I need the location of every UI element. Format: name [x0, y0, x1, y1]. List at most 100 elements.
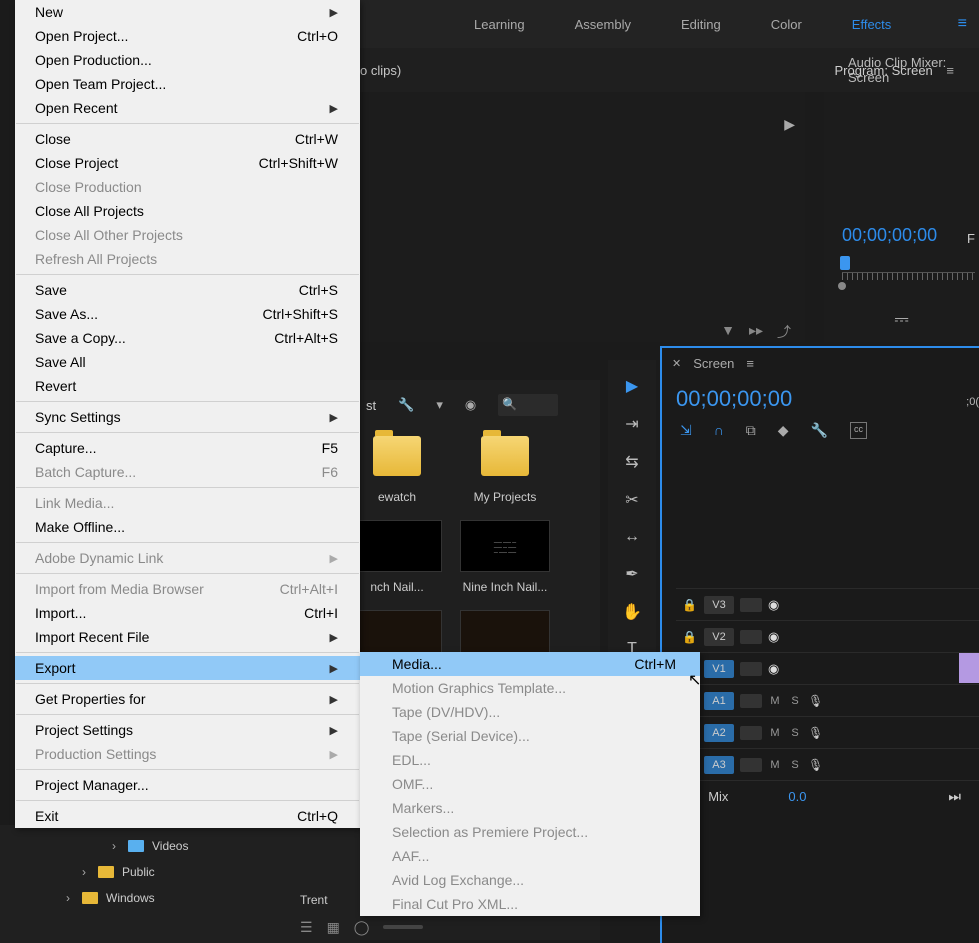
mute-button[interactable]: M: [768, 759, 782, 771]
marker-icon[interactable]: ◆: [778, 422, 789, 439]
menu-item[interactable]: Save All: [15, 350, 360, 374]
linked-selection-icon[interactable]: ⧉: [746, 422, 756, 439]
source-patch-icon[interactable]: [740, 662, 762, 676]
bin-clip-b[interactable]: —— —— ——— — ——— —— —— Nine Inch Nail...: [460, 520, 550, 594]
selection-tool-icon[interactable]: ▶: [620, 376, 644, 396]
menu-item[interactable]: Close All Projects: [15, 199, 360, 223]
mic-icon[interactable]: 🎙: [808, 694, 823, 708]
menu-item[interactable]: Capture...F5: [15, 436, 360, 460]
track-label[interactable]: A2: [704, 724, 734, 742]
menu-item[interactable]: Open Production...: [15, 48, 360, 72]
track-mix[interactable]: 🔒 Mix 0.0 ⏭: [676, 780, 979, 812]
track-label[interactable]: V1: [704, 660, 734, 678]
settings-icon[interactable]: 🔧: [811, 422, 828, 439]
loop-icon[interactable]: ⏭: [948, 788, 961, 805]
menu-item[interactable]: Close ProjectCtrl+Shift+W: [15, 151, 360, 175]
play-icon[interactable]: ▶: [784, 116, 795, 133]
submenu-item[interactable]: Media...Ctrl+M: [360, 652, 700, 676]
wrench-icon[interactable]: 🔧: [398, 397, 414, 413]
source-patch-icon[interactable]: [740, 758, 762, 772]
playhead-icon[interactable]: [840, 256, 850, 270]
menu-item[interactable]: Import...Ctrl+I: [15, 601, 360, 625]
program-timecode[interactable]: 00;00;00;00: [842, 225, 937, 246]
thumbnail-size-slider[interactable]: [383, 925, 423, 929]
solo-button[interactable]: S: [788, 727, 802, 739]
funnel-icon[interactable]: ▾: [436, 397, 443, 413]
eye-icon[interactable]: ◉: [768, 661, 784, 677]
program-ruler[interactable]: [836, 260, 975, 284]
eye-icon[interactable]: ◉: [465, 397, 476, 413]
menu-item[interactable]: Open Recent▶: [15, 96, 360, 120]
bin-my-projects[interactable]: My Projects: [460, 430, 550, 504]
mute-button[interactable]: M: [768, 695, 782, 707]
bin-trent-label[interactable]: Trent: [300, 893, 328, 907]
menu-item[interactable]: Project Settings▶: [15, 718, 360, 742]
menu-item[interactable]: Get Properties for▶: [15, 687, 360, 711]
track-label[interactable]: V3: [704, 596, 734, 614]
program-menu-icon[interactable]: ≡: [946, 63, 954, 78]
track-v3[interactable]: 🔒 V3 ◉: [676, 588, 979, 620]
ruler-handle-icon[interactable]: [838, 282, 846, 290]
eye-icon[interactable]: ◉: [768, 629, 784, 645]
project-search[interactable]: 🔍: [498, 394, 558, 416]
solo-button[interactable]: S: [788, 759, 802, 771]
sequence-tab[interactable]: Screen: [693, 356, 734, 371]
snap-icon[interactable]: ∩: [714, 422, 724, 439]
track-a3[interactable]: 🔒 A3 M S 🎙: [676, 748, 979, 780]
step-icon[interactable]: ▸▸: [749, 322, 763, 342]
menu-item[interactable]: Project Manager...: [15, 773, 360, 797]
tree-public[interactable]: › Public: [0, 859, 360, 885]
list-view-icon[interactable]: ☰: [300, 919, 313, 936]
menu-item[interactable]: Save a Copy...Ctrl+Alt+S: [15, 326, 360, 350]
razor-tool-icon[interactable]: ✂: [620, 490, 644, 510]
menu-item[interactable]: Open Project...Ctrl+O: [15, 24, 360, 48]
hand-tool-icon[interactable]: ✋: [620, 602, 644, 622]
menu-item[interactable]: Open Team Project...: [15, 72, 360, 96]
track-a1[interactable]: 🔒 A1 M S 🎙: [676, 684, 979, 716]
eye-icon[interactable]: ◉: [768, 597, 784, 613]
timeline-timecode[interactable]: 00;00;00;00: [676, 386, 979, 412]
source-patch-icon[interactable]: [740, 598, 762, 612]
bin-clip-a[interactable]: nch Nail...: [352, 520, 442, 594]
menu-item[interactable]: SaveCtrl+S: [15, 278, 360, 302]
slip-tool-icon[interactable]: ↔: [620, 528, 644, 546]
mic-icon[interactable]: 🎙: [808, 758, 823, 772]
freeform-view-icon[interactable]: ◯: [354, 919, 370, 936]
insert-icon[interactable]: ⇲: [680, 422, 692, 439]
close-icon[interactable]: ✕: [672, 357, 681, 370]
tree-videos[interactable]: › Videos: [0, 833, 360, 859]
tab-editing[interactable]: Editing: [681, 17, 721, 32]
menu-item[interactable]: Make Offline...: [15, 515, 360, 539]
mic-icon[interactable]: 🎙: [808, 726, 823, 740]
track-select-tool-icon[interactable]: ⇥: [620, 414, 644, 434]
track-a2[interactable]: 🔒 A2 M S 🎙: [676, 716, 979, 748]
mute-button[interactable]: M: [768, 727, 782, 739]
tab-effects[interactable]: Effects: [852, 17, 892, 32]
lock-icon[interactable]: 🔒: [682, 630, 698, 644]
file-menu[interactable]: New▶Open Project...Ctrl+OOpen Production…: [15, 0, 360, 828]
track-label[interactable]: A1: [704, 692, 734, 710]
icon-view-icon[interactable]: ▦: [327, 919, 340, 936]
ripple-edit-tool-icon[interactable]: ⇆: [620, 452, 644, 472]
menu-item[interactable]: Revert: [15, 374, 360, 398]
track-label[interactable]: V2: [704, 628, 734, 646]
menu-item[interactable]: CloseCtrl+W: [15, 127, 360, 151]
track-v1[interactable]: 🔒 V1 ◉: [676, 652, 979, 684]
source-patch-icon[interactable]: [740, 694, 762, 708]
mix-value[interactable]: 0.0: [788, 789, 806, 804]
track-v2[interactable]: 🔒 V2 ◉: [676, 620, 979, 652]
workspace-menu-icon[interactable]: ≡: [958, 15, 967, 33]
menu-item[interactable]: Save As...Ctrl+Shift+S: [15, 302, 360, 326]
source-patch-icon[interactable]: [740, 726, 762, 740]
track-label[interactable]: A3: [704, 756, 734, 774]
fit-label[interactable]: F: [967, 231, 975, 246]
pen-tool-icon[interactable]: ✒: [620, 564, 644, 584]
menu-item[interactable]: ExitCtrl+Q: [15, 804, 360, 828]
lock-icon[interactable]: 🔒: [682, 598, 698, 612]
filter-icon[interactable]: ▼: [721, 322, 735, 342]
tab-learning[interactable]: Learning: [474, 17, 525, 32]
export-submenu[interactable]: Media...Ctrl+MMotion Graphics Template..…: [360, 652, 700, 916]
caption-icon[interactable]: cc: [850, 422, 867, 439]
menu-item[interactable]: Import Recent File▶: [15, 625, 360, 649]
source-patch-icon[interactable]: [740, 630, 762, 644]
